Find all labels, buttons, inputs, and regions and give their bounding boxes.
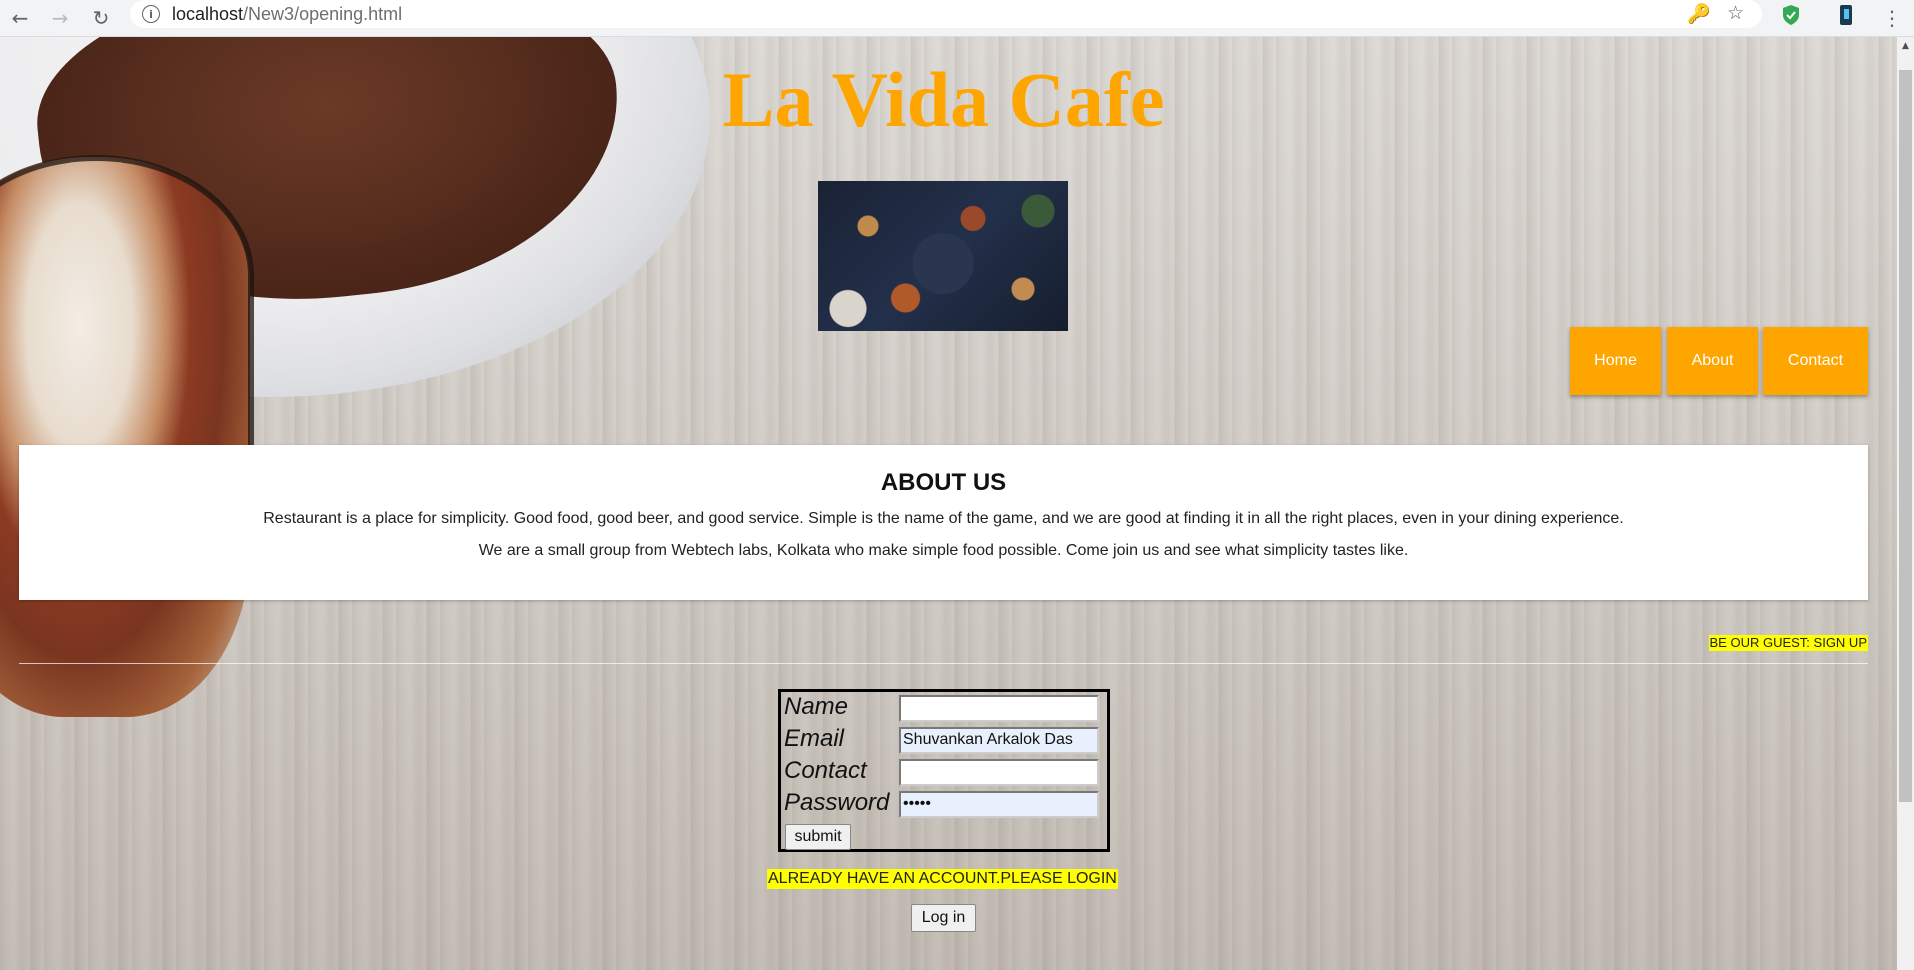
- email-label: Email: [784, 725, 845, 752]
- reload-icon[interactable]: ↻: [86, 3, 116, 33]
- site-info-icon[interactable]: i: [142, 5, 160, 23]
- password-field[interactable]: •••••: [899, 791, 1099, 818]
- signup-link[interactable]: BE OUR GUEST: SIGN UP: [1708, 635, 1868, 651]
- hero-food-image: [818, 181, 1068, 331]
- page-scrollbar[interactable]: ▲: [1897, 37, 1914, 970]
- about-paragraph-2: We are a small group from Webtech labs, …: [478, 542, 1409, 559]
- background-glass-rim: [0, 155, 254, 455]
- site-title: La Vida Cafe: [722, 56, 1165, 143]
- star-icon[interactable]: ☆: [1727, 2, 1744, 24]
- submit-button[interactable]: submit: [785, 824, 851, 850]
- contact-field[interactable]: [899, 759, 1099, 786]
- name-label: Name: [784, 693, 849, 720]
- nav-contact-link[interactable]: Contact: [1763, 327, 1868, 395]
- nav-home-link[interactable]: Home: [1570, 327, 1661, 395]
- about-heading: ABOUT US: [880, 469, 1007, 496]
- shield-extension-icon[interactable]: [1781, 4, 1801, 26]
- password-label: Password: [784, 789, 890, 816]
- contact-label: Contact: [784, 757, 867, 784]
- browser-toolbar: ← → ↻ i localhost/New3/opening.html 🔑 ☆ …: [0, 0, 1914, 37]
- page-viewport: La Vida Cafe Home About Contact ABOUT US…: [0, 37, 1897, 970]
- scroll-thumb[interactable]: [1899, 70, 1912, 802]
- menu-icon[interactable]: ⋮: [1877, 3, 1907, 33]
- signup-form: Name Email Shuvankan Arkalok Das Contact…: [778, 689, 1110, 852]
- email-field[interactable]: Shuvankan Arkalok Das: [899, 727, 1099, 754]
- url-text: localhost/New3/opening.html: [172, 4, 403, 24]
- name-field[interactable]: [899, 695, 1099, 722]
- address-bar[interactable]: i localhost/New3/opening.html 🔑 ☆: [130, 0, 1762, 28]
- nav-about-link[interactable]: About: [1667, 327, 1758, 395]
- back-icon[interactable]: ←: [5, 3, 35, 33]
- forward-icon[interactable]: →: [45, 3, 75, 33]
- scroll-up-arrow-icon[interactable]: ▲: [1897, 41, 1914, 53]
- login-prompt: ALREADY HAVE AN ACCOUNT.PLEASE LOGIN: [767, 869, 1118, 889]
- profile-extension-icon[interactable]: [1836, 4, 1856, 26]
- about-paragraph-1: Restaurant is a place for simplicity. Go…: [263, 510, 1624, 527]
- login-button[interactable]: Log in: [911, 904, 976, 932]
- divider: [19, 663, 1868, 664]
- key-icon[interactable]: 🔑: [1687, 2, 1711, 25]
- about-section: ABOUT US Restaurant is a place for simpl…: [19, 445, 1868, 600]
